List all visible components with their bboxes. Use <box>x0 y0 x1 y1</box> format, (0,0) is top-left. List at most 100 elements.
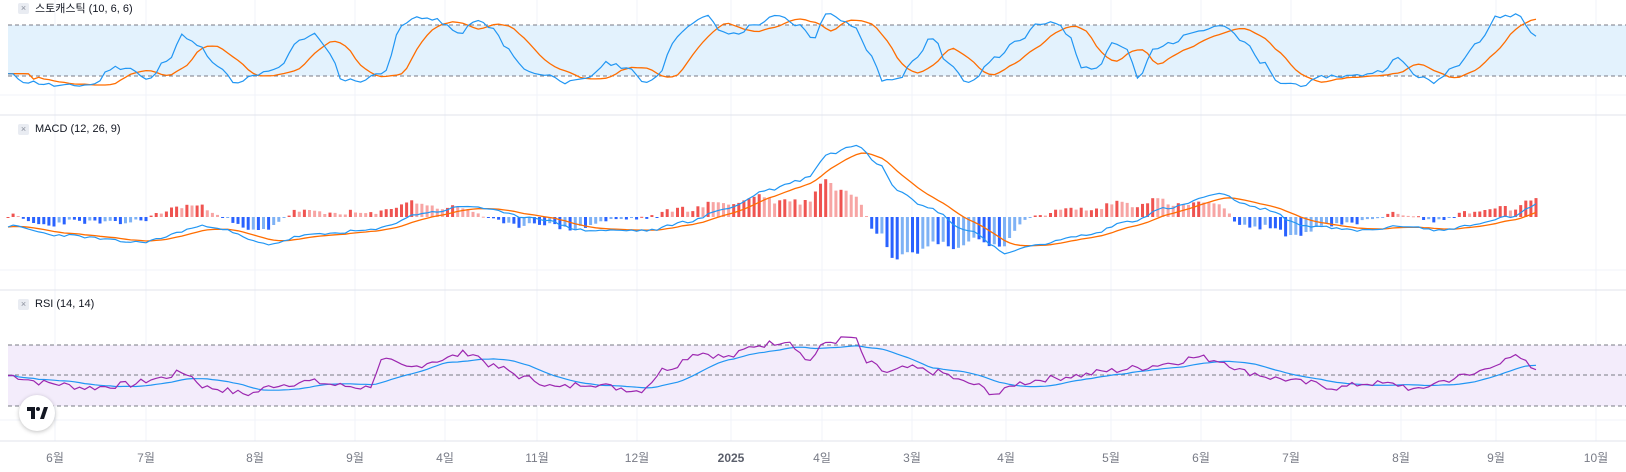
histogram-bar <box>1437 217 1441 220</box>
histogram-bar <box>287 215 291 217</box>
histogram-bar <box>486 217 490 218</box>
histogram-bar <box>1463 211 1466 217</box>
histogram-bar <box>1371 217 1374 220</box>
tradingview-logo[interactable] <box>19 395 55 431</box>
histogram-bar <box>221 217 225 218</box>
histogram-bar <box>1089 210 1093 217</box>
histogram-bar <box>282 217 286 218</box>
histogram-bar <box>665 209 669 217</box>
histogram-bar <box>328 212 332 217</box>
histogram-bar <box>272 217 276 225</box>
histogram-bar <box>297 211 301 217</box>
macd-title: MACD (12, 26, 9) <box>35 123 121 135</box>
histogram-bar <box>379 210 383 217</box>
histogram-bar <box>476 213 480 217</box>
histogram-bar <box>1217 204 1221 217</box>
close-icon[interactable]: × <box>18 2 29 14</box>
x-tick-label: 7월 <box>1282 451 1300 465</box>
x-tick-label: 8월 <box>1392 451 1410 465</box>
histogram-bar <box>62 217 66 225</box>
histogram-bar <box>1289 217 1293 235</box>
histogram-bar <box>195 205 199 217</box>
indicator-chart[interactable]: 6월 7월 8월 9월 4일 11월 12월 2025 4일 3월 4월 5월 6월 7월 8월 9월 10월 <box>0 0 1626 472</box>
histogram-bar <box>78 217 81 221</box>
stochastic-legend: × 스토캐스틱 (10, 6, 6) <box>18 0 133 16</box>
macd-legend: × MACD (12, 26, 9) <box>18 123 121 135</box>
histogram-bar <box>6 217 10 218</box>
histogram-bar <box>1130 207 1134 217</box>
histogram-bar <box>951 217 955 250</box>
histogram-bar <box>645 217 649 219</box>
histogram-bar <box>384 209 388 217</box>
histogram-bar <box>1233 217 1236 222</box>
histogram-bar <box>144 217 148 222</box>
histogram-bar <box>246 217 250 230</box>
histogram-bar <box>11 213 15 217</box>
histogram-bar <box>343 214 347 217</box>
histogram-bar <box>676 207 679 217</box>
histogram-bar <box>492 217 495 219</box>
histogram-bar <box>1263 217 1267 225</box>
histogram-bar <box>394 207 398 217</box>
histogram-bar <box>957 217 960 248</box>
histogram-bar <box>200 204 204 217</box>
logo-icon <box>27 407 48 419</box>
histogram-bar <box>635 217 639 220</box>
histogram-bar <box>1452 217 1456 218</box>
histogram-bar <box>1227 213 1231 217</box>
histogram-bar <box>185 204 189 217</box>
histogram-bar <box>1396 213 1400 217</box>
histogram-bar <box>911 217 914 253</box>
histogram-bar <box>1238 217 1242 225</box>
close-icon[interactable]: × <box>18 123 29 135</box>
histogram-bar <box>292 209 296 217</box>
histogram-bar <box>757 194 761 217</box>
histogram-bar <box>1442 217 1446 220</box>
x-tick-label: 4일 <box>436 451 454 465</box>
time-axis[interactable]: 6월 7월 8월 9월 4일 11월 12월 2025 4일 3월 4월 5월 6월 7월 8월 9월 10월 <box>46 451 1608 465</box>
histogram-bar <box>1386 213 1390 217</box>
histogram-bar <box>98 217 102 224</box>
histogram-bar <box>471 211 475 217</box>
histogram-bar <box>333 212 337 217</box>
histogram-bar <box>1069 207 1073 217</box>
histogram-bar <box>614 217 618 220</box>
histogram-bar <box>175 206 179 217</box>
histogram-bar <box>1299 217 1303 236</box>
histogram-bar <box>880 217 884 234</box>
histogram-bar <box>875 217 879 234</box>
histogram-bar <box>916 217 920 254</box>
histogram-bar <box>1417 216 1420 218</box>
histogram-bar <box>691 211 695 217</box>
histogram-bar <box>1411 216 1415 218</box>
histogram-bar <box>481 216 485 218</box>
histogram-bar <box>1141 203 1144 217</box>
histogram-bar <box>1488 209 1492 217</box>
histogram-bar <box>670 211 674 217</box>
histogram-bar <box>711 202 715 217</box>
macd-pane <box>6 144 1538 260</box>
histogram-bar <box>88 217 92 221</box>
histogram-bar <box>1105 203 1109 217</box>
histogram-bar <box>522 217 526 226</box>
histogram-bar <box>1033 215 1037 217</box>
histogram-bar <box>538 217 541 225</box>
histogram-bar <box>129 217 133 223</box>
histogram-bar <box>839 189 843 217</box>
histogram-bar <box>1325 217 1328 224</box>
histogram-bar <box>1049 213 1052 217</box>
rsi-title: RSI (14, 14) <box>35 298 95 310</box>
histogram-bar <box>108 217 112 221</box>
histogram-bar <box>1294 217 1298 235</box>
histogram-bar <box>72 217 76 220</box>
stochastic-pane <box>7 13 1626 88</box>
x-tick-label: 10월 <box>1584 451 1608 465</box>
histogram-bar <box>1120 201 1124 217</box>
histogram-bar <box>400 204 403 217</box>
histogram-bar <box>604 217 608 222</box>
histogram-bar <box>1478 211 1482 217</box>
close-icon[interactable]: × <box>18 298 29 310</box>
histogram-bar <box>1279 217 1282 230</box>
histogram-bar <box>256 217 260 230</box>
histogram-bar <box>962 217 966 246</box>
